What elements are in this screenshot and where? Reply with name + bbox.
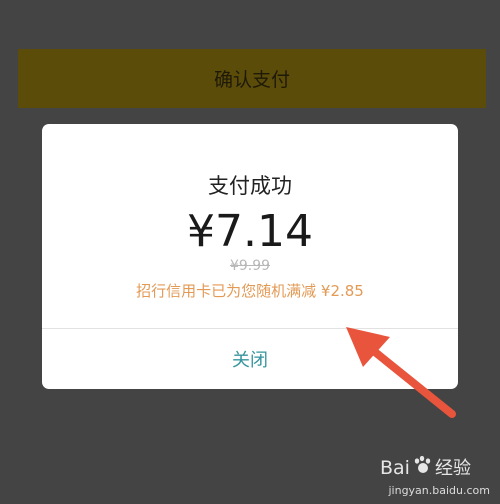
baidu-paw-logo: Bai 经验 [380,455,471,479]
close-button[interactable]: 关闭 [42,329,458,389]
payment-amount: ¥7.14 [187,206,313,257]
discount-message: 招行信用卡已为您随机满减 ¥2.85 [136,282,364,300]
watermark-url: jingyan.baidu.com [388,484,490,497]
close-button-label: 关闭 [232,350,268,371]
baidu-watermark: Bai 经验 jingyan.baidu.com [360,450,490,500]
svg-text:Bai: Bai [380,457,410,479]
confirm-payment-label: 确认支付 [213,69,290,91]
svg-text:经验: 经验 [435,458,471,479]
confirm-payment-button[interactable]: 确认支付 [18,49,486,108]
dialog-title: 支付成功 [208,174,292,198]
original-price: ¥9.99 [229,258,271,274]
